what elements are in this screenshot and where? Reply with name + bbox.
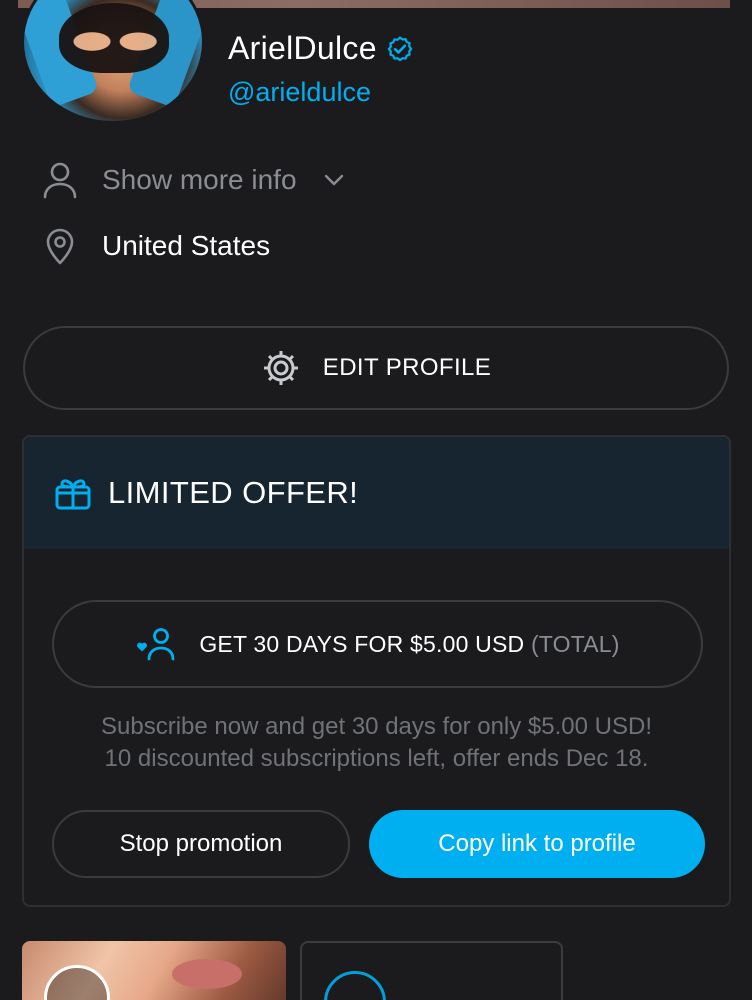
location-pin-icon — [40, 226, 80, 266]
offer-title: LIMITED OFFER! — [108, 475, 359, 510]
user-icon — [40, 160, 80, 200]
edit-profile-label: EDIT PROFILE — [322, 354, 492, 381]
display-name-text: ArielDulce — [228, 30, 377, 66]
clock-icon — [44, 965, 110, 1000]
media-tile[interactable] — [300, 941, 563, 1000]
get-offer-label: GET 30 DAYS FOR $5.00 USD (TOTAL) — [199, 631, 619, 658]
cover-edge-right — [730, 0, 752, 10]
gift-icon — [55, 479, 91, 510]
offer-desc-line-2: 10 discounted subscriptions left, offer … — [104, 745, 649, 772]
offer-desc-line-1: Subscribe now and get 30 days for only $… — [101, 713, 652, 740]
tile-image-detail — [172, 959, 242, 989]
get-offer-text: GET 30 DAYS FOR $5.00 USD — [199, 630, 525, 657]
chevron-down-icon — [324, 174, 343, 186]
show-more-info[interactable]: Show more info — [40, 160, 345, 200]
media-tile[interactable] — [22, 941, 286, 1000]
profile-name-block: ArielDulce @arieldulce — [228, 30, 413, 108]
show-more-label: Show more info — [102, 164, 297, 195]
verified-icon — [387, 35, 413, 61]
get-offer-button[interactable]: GET 30 DAYS FOR $5.00 USD (TOTAL) — [52, 600, 703, 688]
profile-handle[interactable]: @arieldulce — [228, 77, 413, 108]
avatar-detail — [59, 3, 169, 73]
get-offer-total: (TOTAL) — [530, 630, 620, 657]
display-name: ArielDulce — [228, 30, 413, 67]
cover-edge-left — [0, 0, 18, 10]
copy-link-button[interactable]: Copy link to profile — [369, 810, 705, 878]
offer-header: LIMITED OFFER! — [24, 437, 729, 549]
location-text: United States — [102, 230, 271, 261]
gear-icon — [263, 351, 298, 385]
limited-offer-card: LIMITED OFFER! GET 30 DAYS FOR $5.00 USD… — [22, 435, 731, 907]
heart-ring-icon — [324, 971, 386, 1000]
profile-page: ArielDulce @arieldulce Show more info Un… — [0, 0, 752, 1000]
avatar[interactable] — [21, 0, 205, 124]
location-row: United States — [40, 226, 270, 266]
subscribe-heart-icon — [137, 628, 175, 661]
offer-description: Subscribe now and get 30 days for only $… — [24, 711, 729, 775]
stop-promotion-button[interactable]: Stop promotion — [52, 810, 350, 878]
edit-profile-button[interactable]: EDIT PROFILE — [23, 326, 729, 410]
